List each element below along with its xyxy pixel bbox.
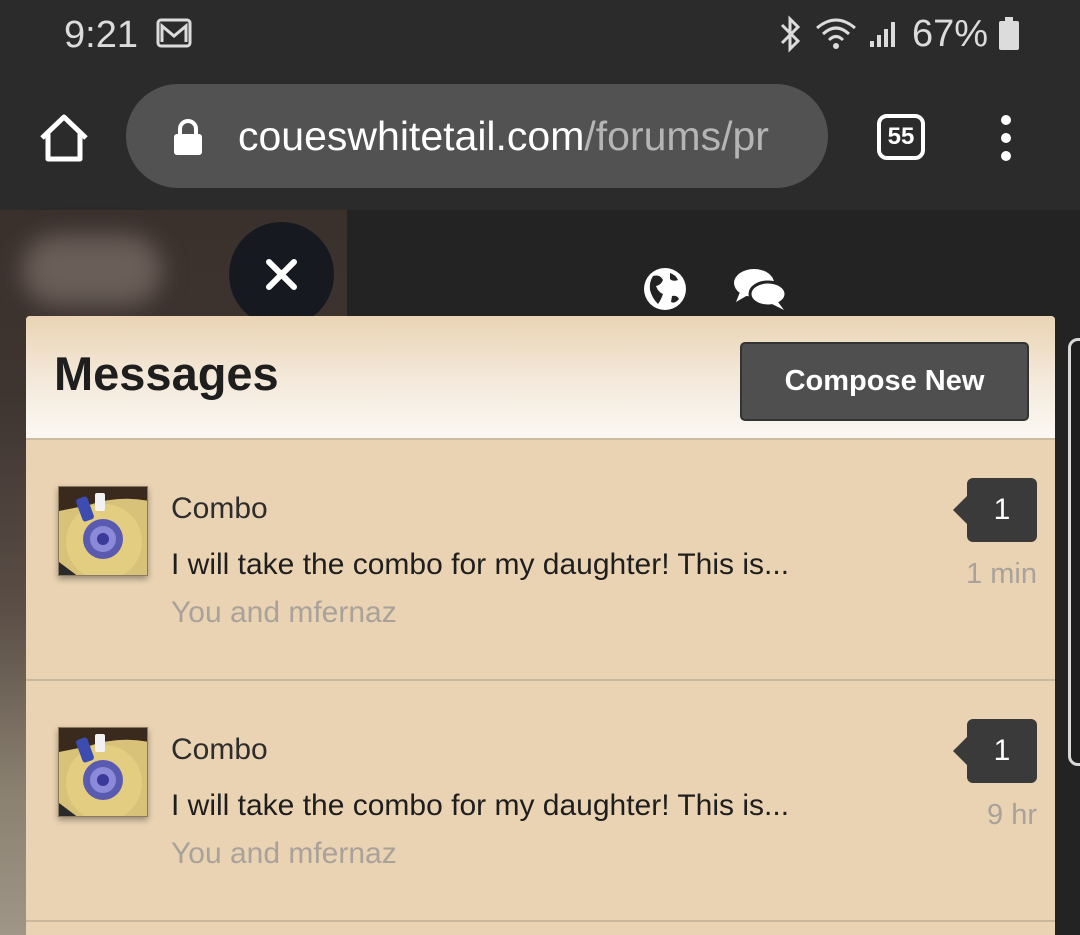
url-path: /forums/pr [584,113,769,159]
signal-icon [868,19,898,49]
reply-count-badge: 1 [953,478,1037,542]
status-bar: 9:21 67% [0,0,1080,70]
status-time: 9:21 [64,14,138,56]
lock-icon [172,118,204,156]
conversation-item[interactable]: Combo I will take the combo for my daugh… [26,681,1055,922]
compose-new-button[interactable]: Compose New [740,342,1029,421]
url-text: coueswhitetail.com/forums/pr [238,112,818,160]
status-icons: 67% [778,12,1020,56]
wifi-icon [814,16,858,52]
bluetooth-icon [778,15,804,53]
battery-percent: 67% [911,12,988,55]
conversation-time: 1 min [966,558,1037,590]
browser-toolbar: coueswhitetail.com/forums/pr 55 [0,70,1080,210]
messages-panel: Messages Compose New Combo I will take t… [26,316,1055,935]
battery-icon [998,17,1020,51]
background-card-edge [1068,338,1080,766]
avatar [58,727,148,817]
conversation-title: Combo [171,492,268,525]
globe-icon[interactable] [642,266,688,312]
home-icon[interactable] [38,112,90,164]
close-button[interactable] [229,222,334,327]
chat-bubbles-icon[interactable] [732,266,788,312]
conversation-time: 9 hr [987,799,1037,831]
conversation-participants: You and mfernaz [171,596,397,629]
messages-title: Messages [54,347,279,400]
more-vert-icon[interactable] [994,114,1018,162]
conversation-participants: You and mfernaz [171,837,397,870]
conversation-title: Combo [171,733,268,766]
tab-switcher-button[interactable]: 55 [877,114,925,160]
conversation-item[interactable]: Combo I will take the combo for my daugh… [26,440,1055,681]
background-blur [22,235,162,305]
avatar [58,486,148,576]
url-bar[interactable]: coueswhitetail.com/forums/pr [126,84,828,188]
close-icon [266,259,297,290]
conversation-snippet: I will take the combo for my daughter! T… [171,789,790,822]
messages-header: Messages Compose New [26,316,1055,440]
url-domain: coueswhitetail.com [238,113,585,159]
reply-count-badge: 1 [953,719,1037,783]
conversation-snippet: I will take the combo for my daughter! T… [171,548,790,581]
gmail-icon [156,18,192,48]
